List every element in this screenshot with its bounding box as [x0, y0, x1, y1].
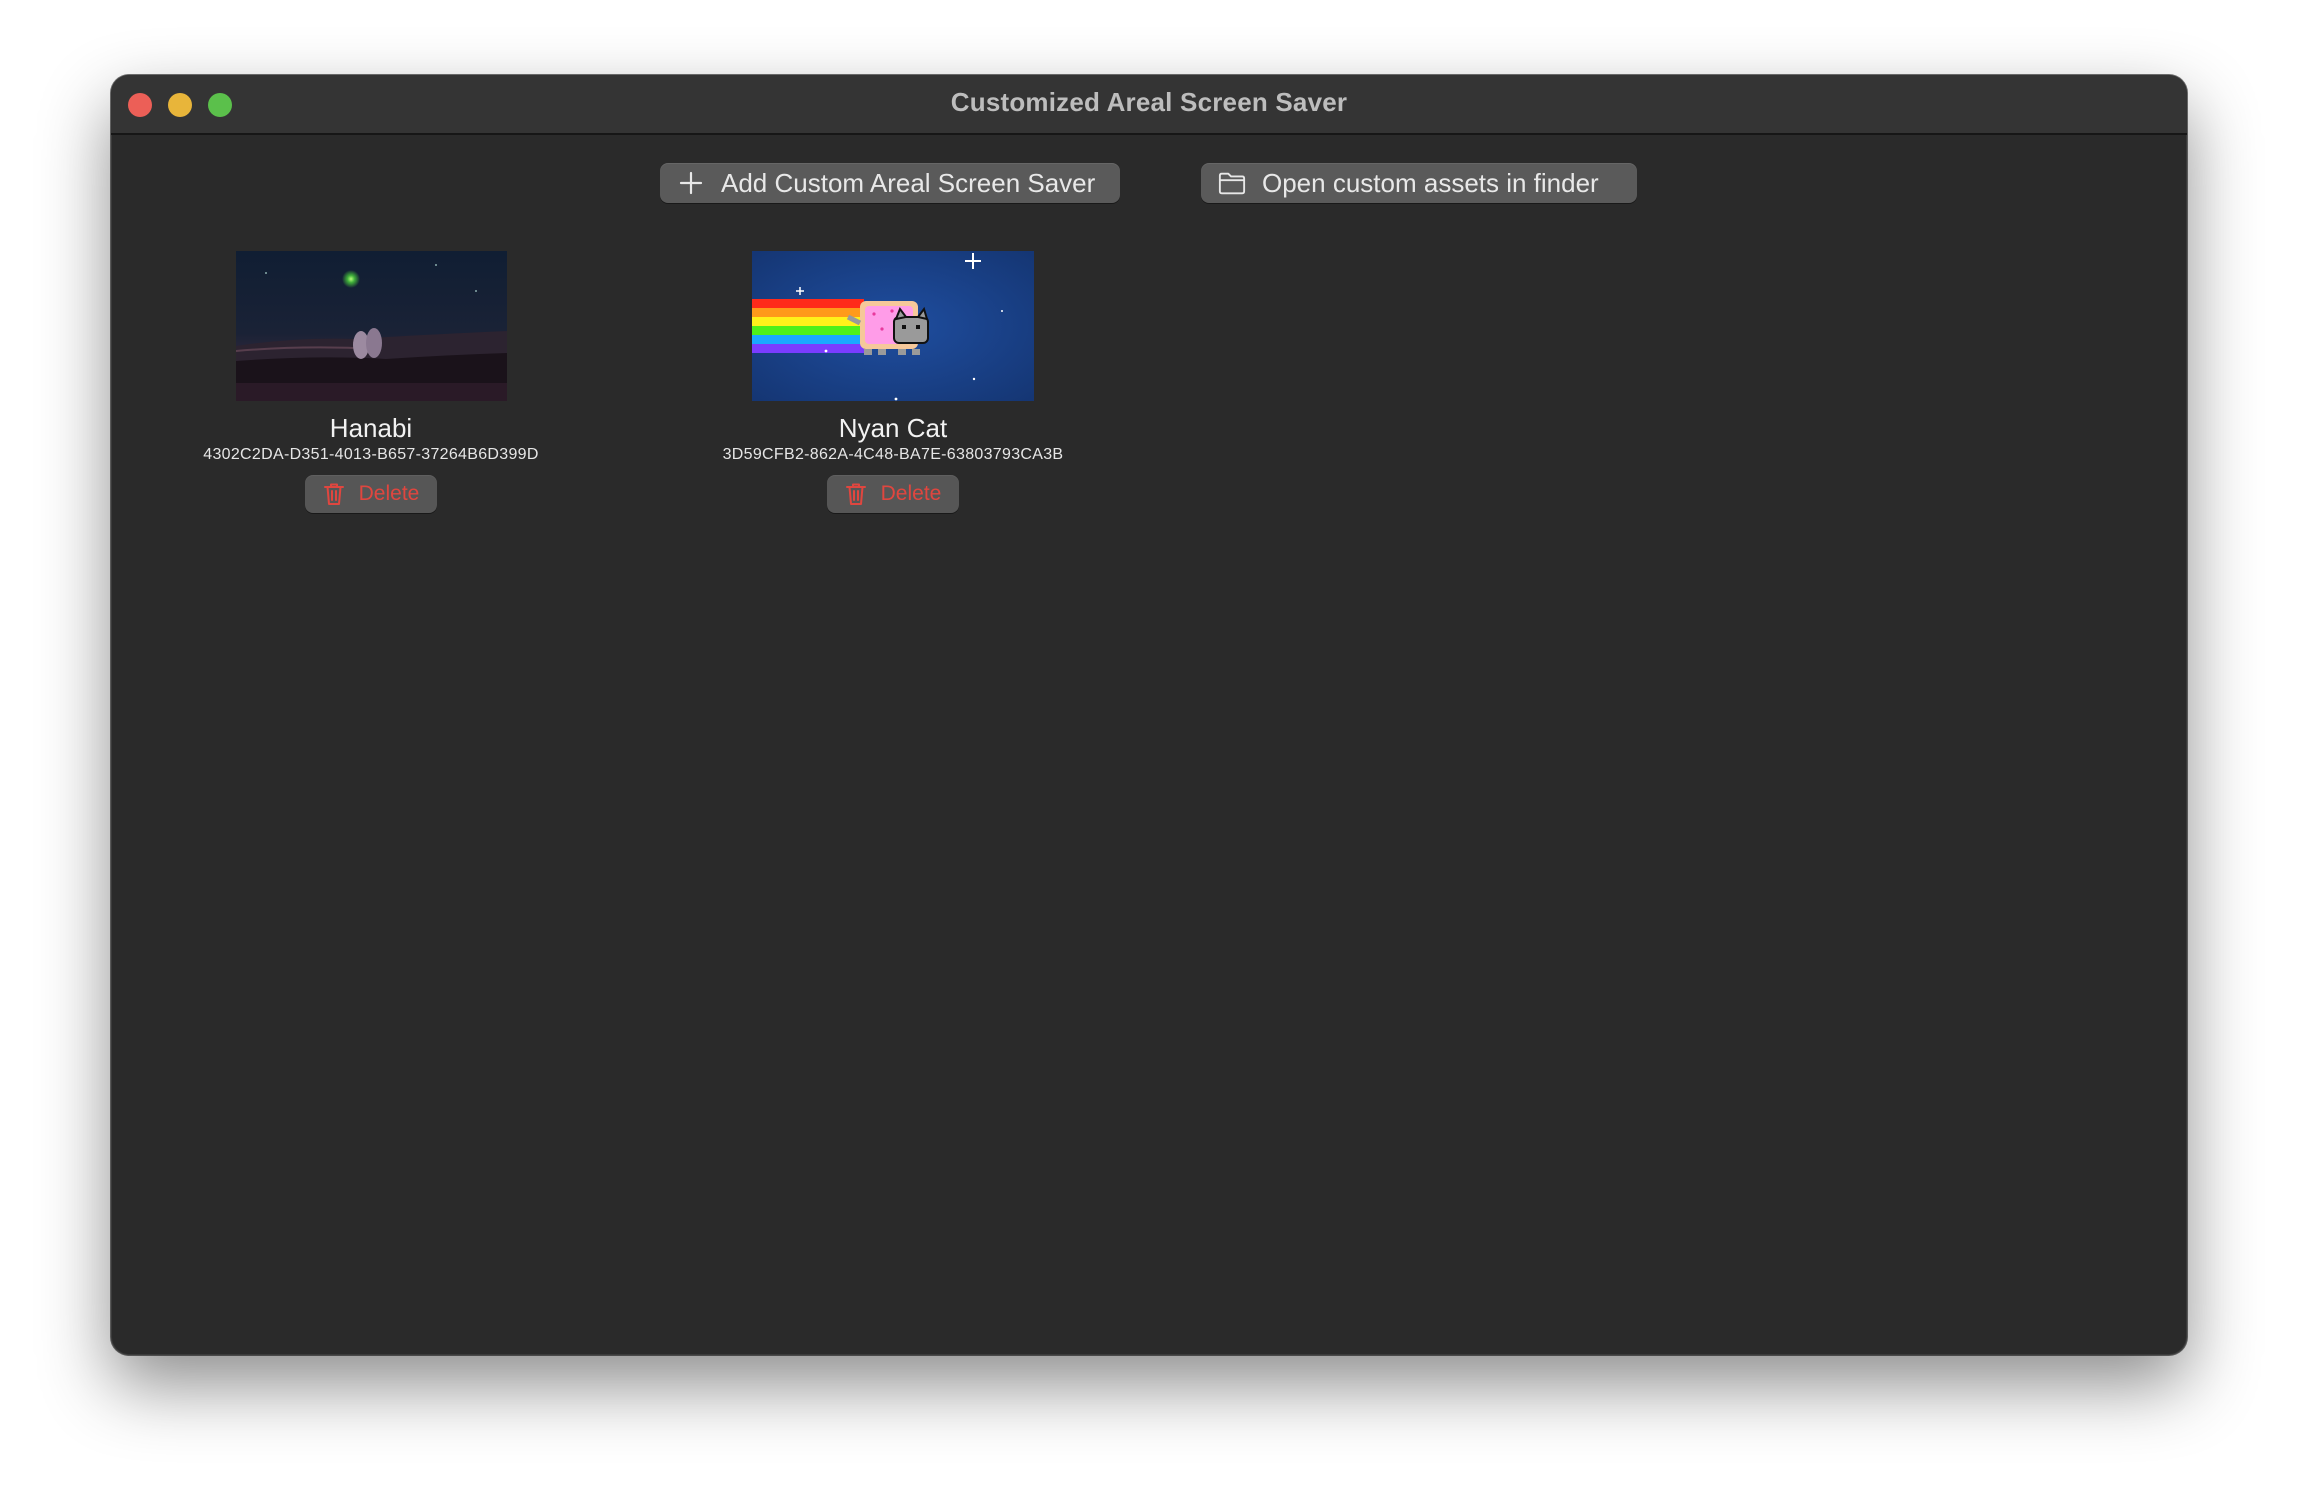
hanabi-thumbnail[interactable] — [235, 251, 507, 401]
plus-icon — [677, 169, 705, 197]
screen-saver-card: Hanabi 4302C2DA-D351-4013-B657-37264B6D3… — [171, 251, 571, 513]
trash-icon — [323, 482, 345, 506]
screen-saver-card: Nyan Cat 3D59CFB2-862A-4C48-BA7E-6380379… — [693, 251, 1093, 513]
delete-button[interactable]: Delete — [827, 475, 959, 513]
folder-icon — [1218, 169, 1246, 197]
add-custom-screen-saver-button[interactable]: Add Custom Areal Screen Saver — [660, 163, 1120, 203]
screen-saver-name: Hanabi — [329, 413, 413, 443]
screen-saver-id: 4302C2DA-D351-4013-B657-37264B6D399D — [203, 446, 539, 463]
delete-button[interactable]: Delete — [305, 475, 437, 513]
screen-saver-id: 3D59CFB2-862A-4C48-BA7E-63803793CA3B — [722, 446, 1064, 463]
delete-label: Delete — [880, 482, 942, 505]
open-button-label: Open custom assets in finder — [1262, 167, 1599, 198]
trash-icon — [845, 482, 867, 506]
app-window: Customized Areal Screen Saver Add Custom… — [111, 75, 2187, 1355]
open-assets-in-finder-button[interactable]: Open custom assets in finder — [1201, 163, 1637, 203]
title-bar[interactable]: Customized Areal Screen Saver — [111, 75, 2187, 135]
screen-saver-name: Nyan Cat — [838, 413, 948, 443]
add-button-label: Add Custom Areal Screen Saver — [721, 167, 1096, 198]
nyan-cat-thumbnail[interactable] — [752, 251, 1034, 401]
delete-label: Delete — [358, 482, 420, 505]
window-title: Customized Areal Screen Saver — [950, 87, 1348, 117]
